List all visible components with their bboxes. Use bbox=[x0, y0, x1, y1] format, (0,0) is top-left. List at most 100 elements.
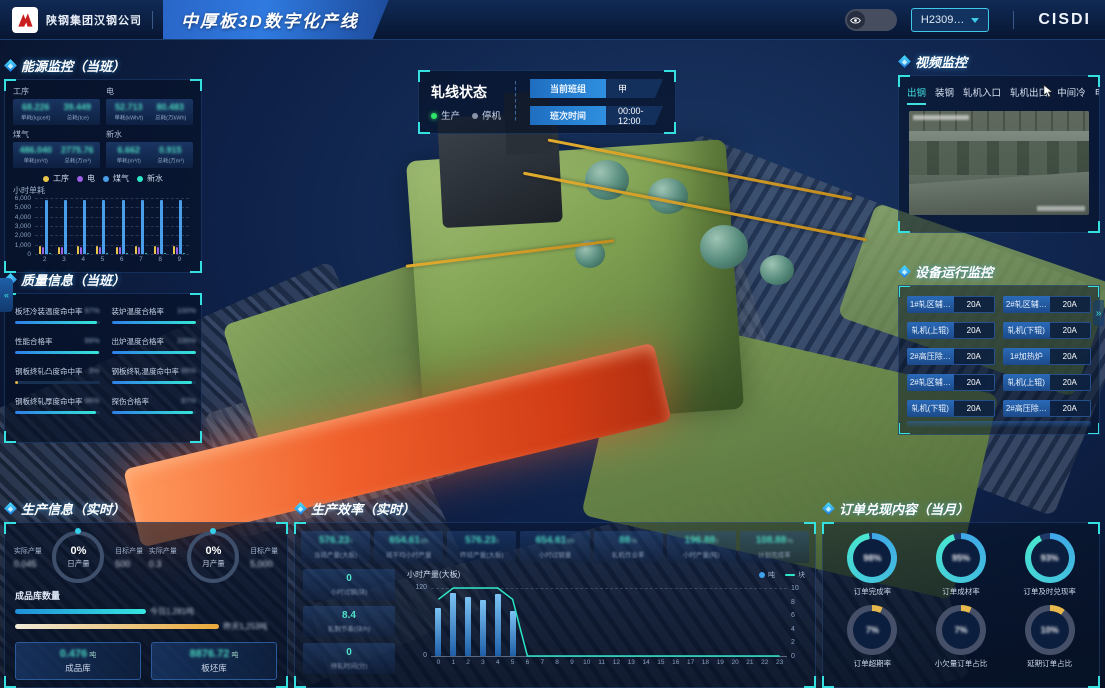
donut-ring: 93% bbox=[1025, 533, 1075, 583]
side-stat: 8.4 轧制节奏(块/h) bbox=[303, 606, 395, 637]
energy-group: 电 52.713单耗(kWh/t) 80.483总耗(万kWh) bbox=[106, 86, 193, 125]
stock-label: 成品库 bbox=[65, 662, 91, 674]
equipment-current: 20A bbox=[954, 296, 995, 313]
energy-value-label: 总耗(tce) bbox=[60, 113, 95, 122]
panel-collapse-handle-left[interactable]: « bbox=[0, 278, 13, 312]
equipment-item: 2#高压除… 20A bbox=[907, 348, 995, 365]
efficiency-side-stats: 0 小时过钢(块) 8.4 轧制节奏(块/h) 0 待轧时间(分) bbox=[303, 569, 395, 674]
cctv-thumbnail[interactable] bbox=[909, 111, 1089, 215]
efficiency-stat: 108.88% 计划完成率 bbox=[740, 531, 809, 563]
legend-dot-icon bbox=[43, 176, 49, 182]
video-tab[interactable]: 轧机入口 bbox=[963, 85, 1001, 105]
orders-panel-title: 订单兑现内容（当月） bbox=[822, 497, 1100, 522]
cisdi-logo: CISDI bbox=[1038, 11, 1091, 29]
vertical-divider bbox=[515, 81, 516, 123]
stat-label: 轧机作业率 bbox=[596, 549, 661, 559]
output-gauge: 0% 月产量 bbox=[187, 531, 239, 583]
side-stat-value: 0 bbox=[303, 647, 395, 658]
donut-label: 延期订单占比 bbox=[1027, 658, 1072, 669]
energy-group-values: 486.040单耗(m³/t) 2775.76总耗(万m³) bbox=[13, 142, 100, 168]
equipment-item: 轧机(下辊) 20A bbox=[907, 400, 995, 417]
quality-label: 探伤合格率 bbox=[112, 396, 150, 407]
target-output: 目标产量500 bbox=[115, 546, 143, 569]
video-tab[interactable]: 出钢 bbox=[907, 85, 926, 105]
stat-value: 196.88t bbox=[669, 535, 734, 546]
production-info-title: 生产信息（实时） bbox=[4, 497, 288, 522]
stat-label: 小时产量(吨) bbox=[669, 549, 734, 559]
side-stat: 0 小时过钢(块) bbox=[303, 569, 395, 600]
donut-percent: 98% bbox=[863, 553, 881, 563]
status-dot-icon bbox=[472, 113, 478, 119]
order-donut: 95% 订单成材率 bbox=[936, 533, 986, 597]
line-status-left: 轧线状态 生产停机 bbox=[431, 82, 501, 122]
equipment-item: 轧机(上辊) 20A bbox=[907, 322, 995, 339]
chevron-down-icon bbox=[971, 18, 979, 23]
quality-percent: 96% bbox=[85, 396, 100, 407]
hourly-output-chart-area: 小时产量(大板) 吨块 1200108642001234567891011121… bbox=[405, 569, 807, 674]
eye-icon bbox=[847, 11, 865, 29]
energy-value: 68.226 bbox=[15, 102, 57, 112]
quality-items: 板坯冷装温度命中率97% 装炉温度合格率100% 性能合格率99% bbox=[5, 294, 201, 426]
equipment-name: 2#轧区辅… bbox=[1003, 296, 1050, 313]
actual-output: 实际产量0.045 bbox=[14, 546, 42, 569]
energy-group-values: 52.713单耗(kWh/t) 80.483总耗(万kWh) bbox=[106, 99, 193, 125]
cctv-timestamp-overlay bbox=[913, 115, 969, 120]
mill-drum bbox=[700, 225, 748, 269]
video-tab[interactable]: 电动热… bbox=[1095, 85, 1099, 105]
quality-label: 性能合格率 bbox=[15, 336, 53, 347]
stock-bar-text: 昨天1,253吨 bbox=[223, 621, 267, 632]
order-donut: 10% 延期订单占比 bbox=[1025, 605, 1075, 669]
quality-panel-title: 质量信息（当班） bbox=[4, 268, 202, 293]
quality-item: 出炉温度合格率100% bbox=[112, 336, 197, 354]
order-donut: 98% 订单完成率 bbox=[847, 533, 897, 597]
energy-group-name: 煤气 bbox=[13, 129, 100, 140]
legend-dot-icon bbox=[103, 176, 109, 182]
quality-progress-bar bbox=[15, 351, 100, 354]
stat-label: 小时过钢量 bbox=[522, 549, 587, 559]
page-title: 中厚板3D数字化产线 bbox=[163, 0, 389, 39]
badge-label: 当前班组 bbox=[530, 79, 606, 98]
stat-value: 654.61t/h bbox=[522, 535, 587, 546]
mill-drum bbox=[760, 255, 794, 285]
diamond-icon bbox=[898, 55, 911, 68]
legend-item: 电 bbox=[77, 173, 95, 184]
video-tab[interactable]: 中间冷 bbox=[1057, 85, 1086, 105]
energy-group-values: 6.662单耗(m³/t) 0.915总耗(万m³) bbox=[106, 142, 193, 168]
diamond-icon bbox=[294, 502, 307, 515]
equipment-list-overflow bbox=[907, 421, 1091, 428]
visibility-toggle[interactable] bbox=[845, 9, 897, 31]
gauge-percent: 0% bbox=[71, 545, 87, 557]
legend-item: 煤气 bbox=[103, 173, 129, 184]
quality-label: 装炉温度合格率 bbox=[112, 306, 165, 317]
efficiency-panel-title: 生产效率（实时） bbox=[294, 497, 816, 522]
efficiency-stat: 654.61t/h 班平均小时产量 bbox=[374, 531, 443, 563]
donut-ring: 98% bbox=[847, 533, 897, 583]
quality-percent: 100% bbox=[177, 336, 196, 347]
energy-value-label: 总耗(万m³) bbox=[153, 156, 188, 165]
equipment-item: 轧机(下辊) 20A bbox=[1003, 322, 1091, 339]
equipment-item: 2#轧区辅… 20A bbox=[907, 374, 995, 391]
energy-legend: 工序电煤气新水 bbox=[5, 170, 201, 185]
donut-ring: 95% bbox=[936, 533, 986, 583]
heat-number-select[interactable]: H2309… bbox=[911, 8, 989, 32]
video-tab[interactable]: 装钢 bbox=[935, 85, 954, 105]
energy-value-label: 总耗(万kWh) bbox=[153, 113, 188, 122]
panel-collapse-handle-right[interactable]: » bbox=[1093, 300, 1104, 326]
energy-group-values: 68.226单耗(kgce/t) 39.449总耗(tce) bbox=[13, 99, 100, 125]
badge-value: 00:00-12:00 bbox=[606, 106, 663, 125]
quality-progress-bar bbox=[112, 381, 197, 384]
status-legend-item: 停机 bbox=[472, 108, 501, 122]
equipment-name: 轧机(上辊) bbox=[907, 322, 954, 339]
order-donuts: 98% 订单完成率 95% 订单成材率 93% bbox=[823, 523, 1099, 679]
diamond-icon bbox=[898, 265, 911, 278]
company-logo-icon bbox=[12, 7, 38, 33]
gauge-label: 月产量 bbox=[202, 558, 225, 569]
stat-label: 当班产量(大板) bbox=[303, 549, 368, 559]
energy-chart-title: 小时单耗 bbox=[5, 185, 201, 196]
equipment-name: 2#高压除… bbox=[907, 348, 954, 365]
donut-ring: 10% bbox=[1025, 605, 1075, 655]
equipment-current: 20A bbox=[1050, 322, 1091, 339]
video-tab[interactable]: 轧机出口 bbox=[1010, 85, 1048, 105]
donut-percent: 95% bbox=[952, 553, 970, 563]
stock-bar bbox=[15, 609, 146, 614]
